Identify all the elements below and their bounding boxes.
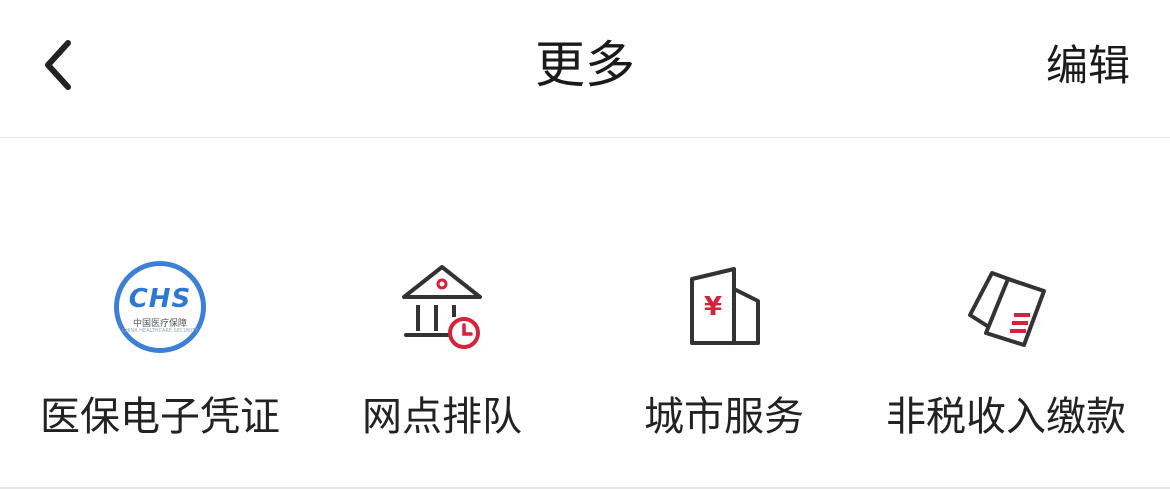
service-label: 非税收入缴款 <box>886 394 1126 440</box>
svg-text:¥: ¥ <box>704 292 722 322</box>
tax-cards-icon <box>956 257 1056 357</box>
service-item-non-tax-payment[interactable]: 非税收入缴款 <box>860 139 1152 487</box>
service-grid: CHS 中国医疗保障 CHINA HEALTHCARE SECURITY 医保电… <box>0 139 1170 487</box>
service-item-medical-insurance-voucher[interactable]: CHS 中国医疗保障 CHINA HEALTHCARE SECURITY 医保电… <box>14 139 306 487</box>
service-label: 医保电子凭证 <box>40 394 280 440</box>
top-bar: 更多 编辑 <box>0 0 1170 138</box>
chs-logo-subtext-small: CHINA HEALTHCARE SECURITY <box>121 328 199 334</box>
service-label: 网点排队 <box>362 394 522 440</box>
chs-logo-text: CHS <box>128 284 192 314</box>
edit-button[interactable]: 编辑 <box>1046 34 1130 98</box>
chs-medical-insurance-icon: CHS 中国医疗保障 CHINA HEALTHCARE SECURITY <box>110 257 210 357</box>
service-label: 城市服务 <box>644 394 804 440</box>
city-building-yuan-icon: ¥ <box>674 257 774 357</box>
bank-branch-queue-icon <box>392 257 492 357</box>
page-title: 更多 <box>535 36 635 94</box>
chs-logo: CHS 中国医疗保障 CHINA HEALTHCARE SECURITY <box>114 261 206 353</box>
service-item-city-services[interactable]: ¥ 城市服务 <box>578 139 870 487</box>
service-item-branch-queue[interactable]: 网点排队 <box>296 139 588 487</box>
